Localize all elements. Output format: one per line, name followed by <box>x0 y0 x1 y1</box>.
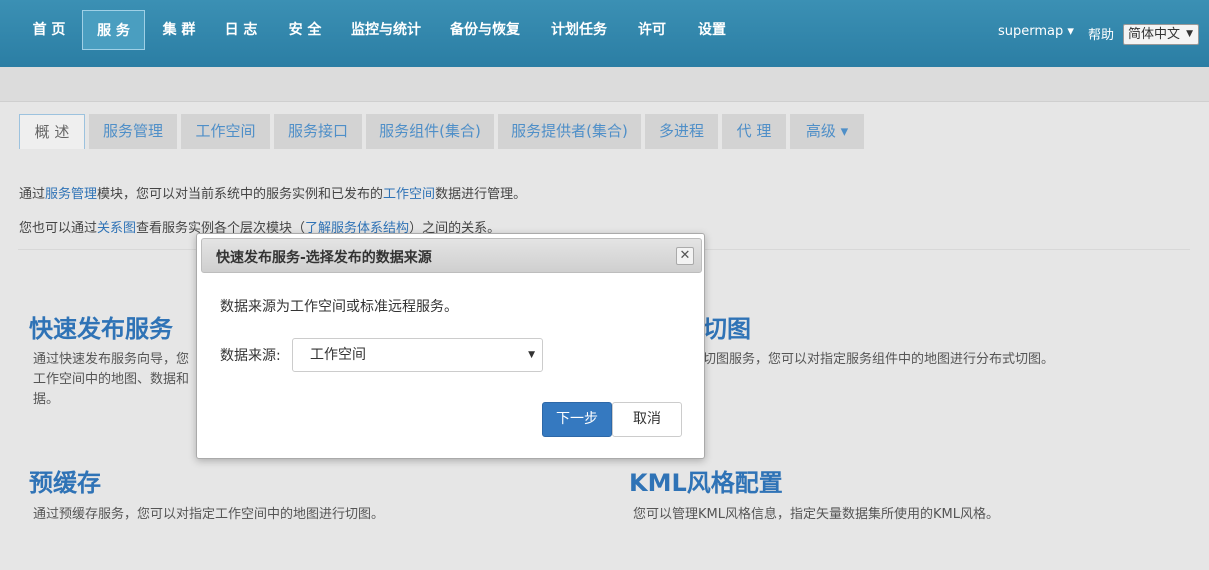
quick-publish-title[interactable]: 快速发布服务 <box>29 309 173 344</box>
nav-security[interactable]: 安 全 <box>276 10 334 50</box>
quick-publish-desc: 通过快速发布服务向导，您 工作空间中的地图、数据和 据。 <box>33 350 189 410</box>
workspace-link[interactable]: 工作空间 <box>383 187 435 202</box>
nav-license[interactable]: 许可 <box>628 10 676 50</box>
intro-line-1: 通过服务管理模块，您可以对当前系统中的服务实例和已发布的工作空间数据进行管理。 <box>19 183 526 202</box>
precache-desc: 通过预缓存服务，您可以对指定工作空间中的地图进行切图。 <box>33 507 385 522</box>
tab-overview[interactable]: 概 述 <box>19 114 85 149</box>
nav-scheduled-tasks[interactable]: 计划任务 <box>543 10 615 50</box>
chevron-down-icon: ▼ <box>528 350 535 360</box>
sub-header-bar <box>0 67 1209 102</box>
desc-line: 通过快速发布服务向导，您 <box>33 352 190 367</box>
tab-multi-process[interactable]: 多进程 <box>645 114 718 149</box>
chevron-down-icon: ▼ <box>1186 29 1193 39</box>
tab-service-interfaces[interactable]: 服务接口 <box>274 114 362 149</box>
intro-text: 您也可以通过 <box>19 221 98 236</box>
close-icon[interactable]: ✕ <box>676 247 694 265</box>
dialog-title: 快速发布服务-选择发布的数据来源 <box>216 250 432 266</box>
data-source-select[interactable]: 工作空间 ▼ <box>292 338 543 372</box>
precache-title[interactable]: 预缓存 <box>29 463 101 498</box>
data-source-value: 工作空间 <box>310 347 366 363</box>
help-link[interactable]: 帮助 <box>1088 24 1114 43</box>
top-nav-bar: 首 页 服 务 集 群 日 志 安 全 监控与统计 备份与恢复 计划任务 许可 … <box>0 0 1209 67</box>
kml-style-title[interactable]: KML风格配置 <box>629 463 783 498</box>
language-value: 简体中文 <box>1128 27 1181 42</box>
quick-publish-dialog: 快速发布服务-选择发布的数据来源 ✕ 数据来源为工作空间或标准远程服务。 数据来… <box>196 233 705 459</box>
cancel-button[interactable]: 取消 <box>612 402 682 437</box>
tab-service-components[interactable]: 服务组件(集合) <box>366 114 494 149</box>
user-menu[interactable]: supermap ▾ <box>998 24 1074 39</box>
dialog-message: 数据来源为工作空间或标准远程服务。 <box>220 299 458 315</box>
kml-style-desc: 您可以管理KML风格信息，指定矢量数据集所使用的KML风格。 <box>633 507 999 522</box>
tab-service-management[interactable]: 服务管理 <box>89 114 177 149</box>
nav-monitoring[interactable]: 监控与统计 <box>344 10 428 50</box>
nav-home[interactable]: 首 页 <box>20 10 78 50</box>
nav-cluster[interactable]: 集 群 <box>150 10 208 50</box>
service-management-link[interactable]: 服务管理 <box>45 187 97 202</box>
nav-services[interactable]: 服 务 <box>82 10 145 50</box>
nav-settings[interactable]: 设置 <box>688 10 736 50</box>
intro-text: 模块，您可以对当前系统中的服务实例和已发布的 <box>97 187 384 202</box>
tab-proxy[interactable]: 代 理 <box>722 114 786 149</box>
desc-line: 工作空间中的地图、数据和 <box>33 372 190 387</box>
tab-advanced[interactable]: 高级 ▾ <box>790 114 864 149</box>
language-select[interactable]: 简体中文 ▼ <box>1123 24 1199 45</box>
intro-text: 数据进行管理。 <box>435 187 527 202</box>
relationship-graph-link[interactable]: 关系图 <box>97 221 136 236</box>
data-source-label: 数据来源: <box>220 348 281 364</box>
tab-workspace[interactable]: 工作空间 <box>181 114 270 149</box>
dialog-header: 快速发布服务-选择发布的数据来源 ✕ <box>201 238 702 273</box>
intro-text: 通过 <box>19 187 46 202</box>
nav-backup[interactable]: 备份与恢复 <box>443 10 527 50</box>
tiling-title[interactable]: 切图 <box>703 309 751 344</box>
nav-log[interactable]: 日 志 <box>212 10 270 50</box>
tiling-desc: 切图服务，您可以对指定服务组件中的地图进行分布式切图。 <box>703 352 1055 367</box>
next-button[interactable]: 下一步 <box>542 402 612 437</box>
tab-service-providers[interactable]: 服务提供者(集合) <box>498 114 641 149</box>
desc-line: 据。 <box>33 392 60 407</box>
